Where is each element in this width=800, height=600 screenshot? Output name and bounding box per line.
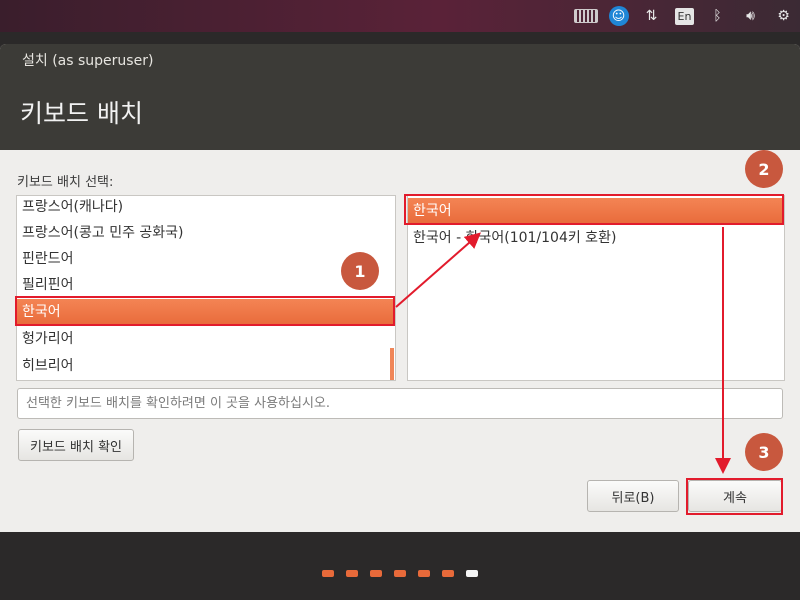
keyboard-icon (573, 9, 598, 23)
page-title: 키보드 배치 (20, 99, 143, 128)
sound-indicator[interactable]: 🔊︎ (734, 0, 767, 32)
installer-window: 설치 (as superuser) 키보드 배치 키보드 배치 선택: 프랑스어… (0, 44, 800, 532)
progress-dot (370, 570, 382, 577)
volume-icon: 🔊︎ (746, 8, 755, 24)
language-indicator[interactable]: En (668, 0, 701, 32)
list-scrollbar[interactable] (390, 348, 394, 380)
network-updown-icon: ⇅ (645, 8, 658, 24)
annotation-highlight-language (15, 296, 395, 326)
annotation-badge-2: 2 (745, 150, 783, 188)
list-item[interactable]: 한국어 - 한국어(101/104키 호환) (408, 225, 784, 252)
annotation-highlight-variant (404, 194, 784, 225)
top-panel: ☺ ⇅ En ᛒ 🔊︎ ⚙ (0, 0, 800, 32)
layout-section-label: 키보드 배치 선택: (17, 175, 114, 190)
list-item[interactable]: 프랑스어(콩고 민주 공화국) (17, 220, 395, 247)
annotation-highlight-continue (686, 478, 783, 515)
system-indicator[interactable]: ⚙ (767, 0, 800, 32)
install-progress-dots (322, 570, 478, 577)
list-item[interactable]: 프랑스어(캐나다) (17, 196, 395, 221)
language-label: En (674, 7, 695, 25)
network-indicator[interactable]: ⇅ (635, 0, 668, 32)
progress-dot (394, 570, 406, 577)
back-button[interactable]: 뒤로(B) (587, 480, 679, 512)
progress-dot (442, 570, 454, 577)
list-item[interactable]: 필리핀어 (17, 272, 395, 299)
accessibility-icon: ☺ (608, 6, 629, 26)
annotation-badge-3: 3 (745, 433, 783, 471)
gear-icon: ⚙ (777, 8, 790, 24)
list-item[interactable]: 히브리어 (17, 353, 395, 380)
progress-dot-current (466, 570, 478, 577)
keyboard-test-input[interactable]: 선택한 키보드 배치를 확인하려면 이 곳을 사용하십시오. (17, 388, 783, 419)
window-title: 설치 (as superuser) (22, 53, 154, 69)
keyboard-indicator[interactable] (569, 0, 602, 32)
keyboard-language-list[interactable]: 프랑스어(캐나다) 프랑스어(콩고 민주 공화국) 핀란드어 필리핀어 한국어 … (16, 195, 396, 381)
bluetooth-indicator[interactable]: ᛒ (701, 0, 734, 32)
detect-layout-button[interactable]: 키보드 배치 확인 (18, 429, 134, 461)
bluetooth-icon: ᛒ (713, 8, 722, 24)
list-item[interactable]: 헝가리어 (17, 326, 395, 353)
window-header: 설치 (as superuser) 키보드 배치 (0, 44, 800, 150)
progress-dot (418, 570, 430, 577)
annotation-badge-1: 1 (341, 252, 379, 290)
progress-dot (322, 570, 334, 577)
progress-dot (346, 570, 358, 577)
accessibility-indicator[interactable]: ☺ (602, 0, 635, 32)
list-item[interactable]: 핀란드어 (17, 246, 395, 273)
system-tray: ☺ ⇅ En ᛒ 🔊︎ ⚙ (569, 0, 800, 32)
